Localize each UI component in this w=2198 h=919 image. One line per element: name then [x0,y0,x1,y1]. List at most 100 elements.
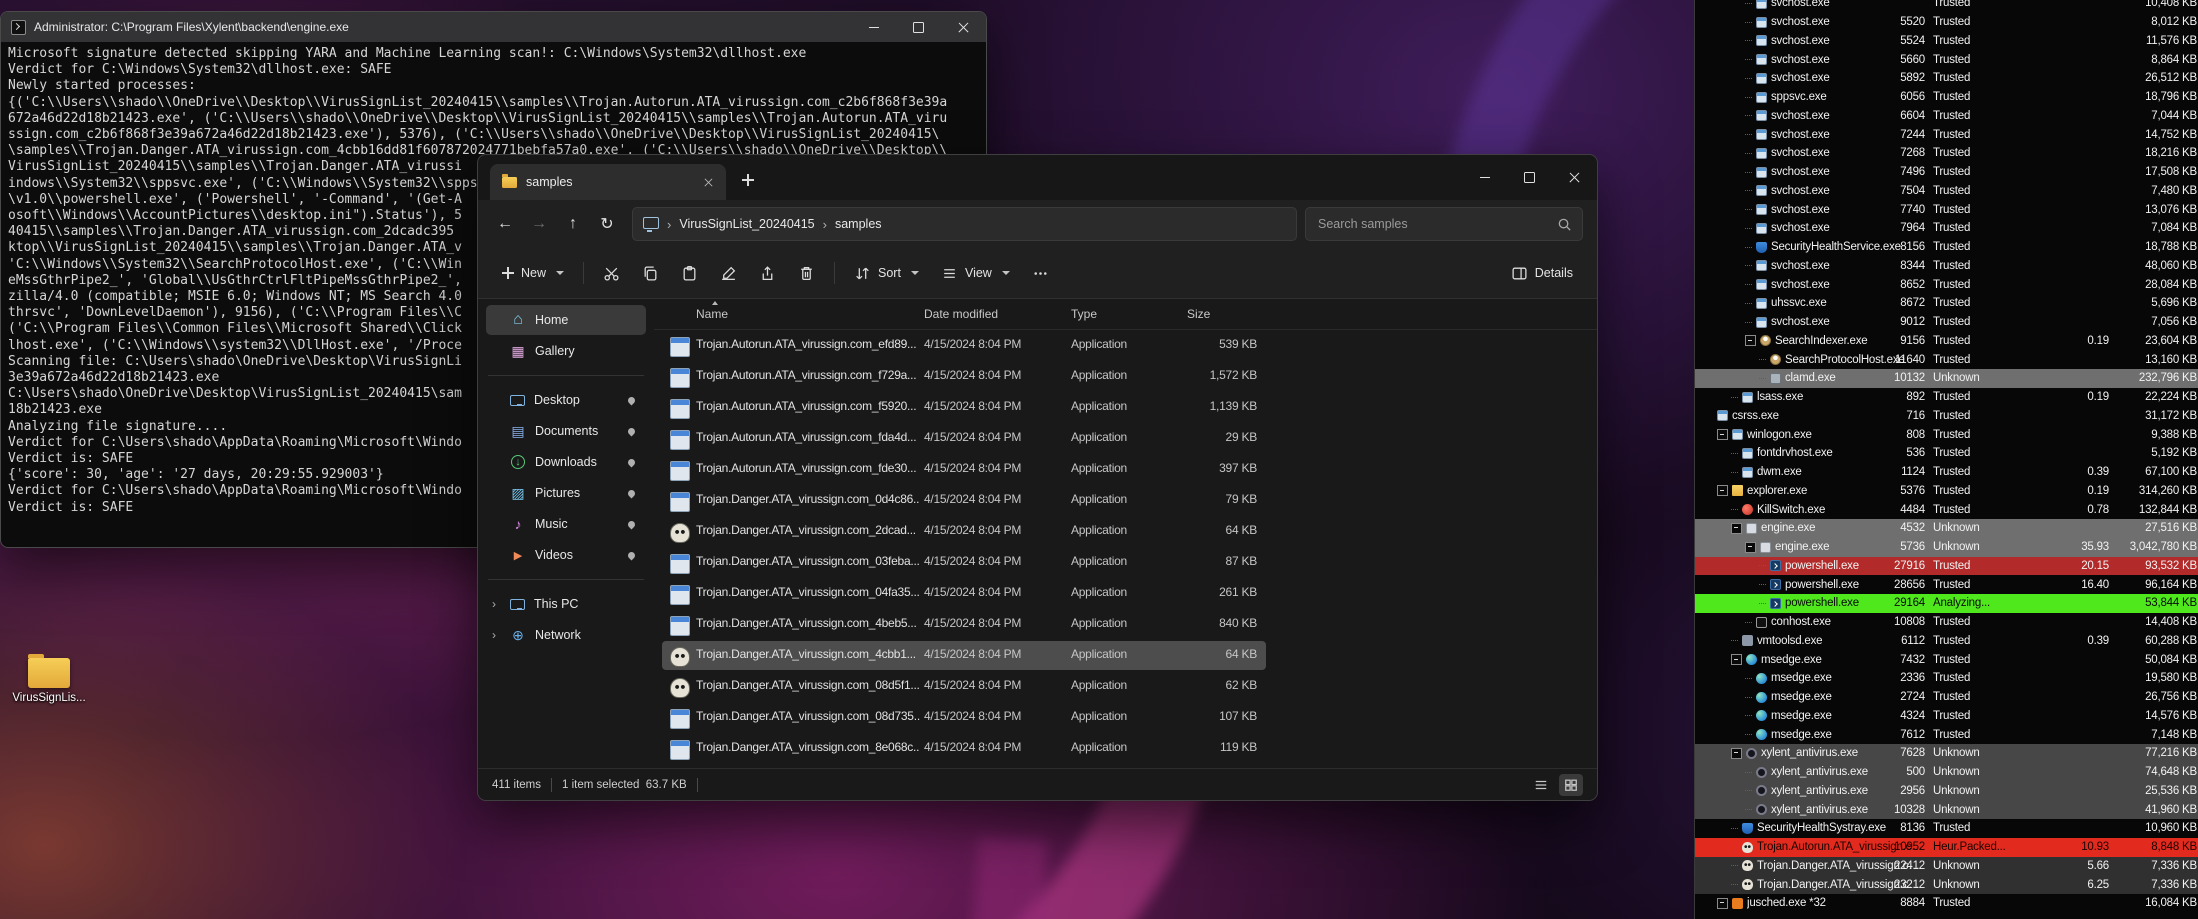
process-row[interactable]: xylent_antivirus.exe10328Unknown41,960 K… [1695,800,2198,819]
copy-button[interactable] [632,258,669,289]
cut-button[interactable] [593,258,630,289]
file-row[interactable]: Trojan.Autorun.ATA_virussign.com_f5920..… [654,392,1597,423]
address-bar[interactable]: VirusSignList_20240415 samples [632,207,1297,241]
process-row[interactable]: csrss.exe716Trusted31,172 KB [1695,407,2198,426]
process-row[interactable]: Trojan.Autorun.ATA_virussign.com_...1095… [1695,838,2198,857]
collapse-expander-icon[interactable] [1731,654,1742,665]
process-row[interactable]: KillSwitch.exe4484Trusted0.78132,844 KB [1695,500,2198,519]
process-row[interactable]: msedge.exe4324Trusted14,576 KB [1695,707,2198,726]
column-header-name[interactable]: Name [696,307,728,321]
process-row[interactable]: svchost.exe6604Trusted7,044 KB [1695,107,2198,126]
process-row[interactable]: vmtoolsd.exe6112Trusted0.3960,288 KB [1695,632,2198,651]
process-row[interactable]: lsass.exe892Trusted0.1922,224 KB [1695,388,2198,407]
more-options-button[interactable] [1022,258,1059,289]
process-row[interactable]: sppsvc.exe6056Trusted18,796 KB [1695,88,2198,107]
file-row[interactable]: Trojan.Danger.ATA_virussign.com_0d4c86..… [654,485,1597,516]
collapse-expander-icon[interactable] [1717,429,1728,440]
process-row[interactable]: svchost.exe7740Trusted13,076 KB [1695,200,2198,219]
process-row[interactable]: svchost.exe9012Trusted7,056 KB [1695,313,2198,332]
explorer-titlebar[interactable]: samples [478,155,1597,200]
process-row[interactable]: uhssvc.exe8672Trusted5,696 KB [1695,294,2198,313]
explorer-maximize-button[interactable] [1507,155,1552,200]
process-row[interactable]: SearchProtocolHost.exe11640Trusted13,160… [1695,350,2198,369]
file-row[interactable]: Trojan.Danger.ATA_virussign.com_03feba..… [654,547,1597,578]
process-row[interactable]: svchost.exe7496Trusted17,508 KB [1695,163,2198,182]
back-button[interactable] [488,208,522,240]
file-row[interactable]: Trojan.Danger.ATA_virussign.com_08d5f1..… [654,671,1597,702]
collapse-expander-icon[interactable] [1745,335,1756,346]
process-row[interactable]: clamd.exe10132Unknown232,796 KB [1695,369,2198,388]
process-row[interactable]: msedge.exe7432Trusted50,084 KB [1695,650,2198,669]
process-row[interactable]: svchost.exe5520Trusted8,012 KB [1695,13,2198,32]
file-row[interactable]: Trojan.Autorun.ATA_virussign.com_f729a..… [654,361,1597,392]
process-row[interactable]: explorer.exe5376Trusted0.19314,260 KB [1695,482,2198,501]
new-tab-button[interactable] [734,166,762,194]
delete-button[interactable] [788,258,825,289]
column-header-date[interactable]: Date modified [924,307,998,321]
process-row[interactable]: powershell.exe27916Trusted20.1593,532 KB [1695,557,2198,576]
process-row[interactable]: engine.exe5736Unknown35.933,042,780 KB [1695,538,2198,557]
sort-button[interactable]: Sort [844,258,929,289]
breadcrumb-item-current[interactable]: samples [835,217,882,231]
sidebar-item-desktop[interactable]: Desktop [486,385,646,415]
tab-close-button[interactable] [698,172,718,192]
process-row[interactable]: fontdrvhost.exe536Trusted5,192 KB [1695,444,2198,463]
file-row[interactable]: Trojan.Autorun.ATA_virussign.com_efd89..… [654,330,1597,361]
file-row[interactable]: Trojan.Danger.ATA_virussign.com_2dcad...… [654,516,1597,547]
paste-button[interactable] [671,258,708,289]
sidebar-item-pictures[interactable]: Pictures [486,478,646,508]
process-row[interactable]: msedge.exe7612Trusted7,148 KB [1695,725,2198,744]
sidebar-item-downloads[interactable]: Downloads [486,447,646,477]
process-row[interactable]: xylent_antivirus.exe500Unknown74,648 KB [1695,763,2198,782]
sidebar-item-home[interactable]: Home [486,305,646,335]
thumbnail-view-toggle[interactable] [1559,774,1583,796]
refresh-button[interactable] [590,208,624,240]
explorer-minimize-button[interactable] [1462,155,1507,200]
sidebar-item-network[interactable]: Network [486,620,646,650]
collapse-expander-icon[interactable] [1731,748,1742,759]
column-header-type[interactable]: Type [1071,307,1097,321]
up-button[interactable] [556,208,590,240]
terminal-close-button[interactable] [941,12,986,42]
process-row[interactable]: msedge.exe2336Trusted19,580 KB [1695,669,2198,688]
rename-button[interactable] [710,258,747,289]
process-row[interactable]: winlogon.exe808Trusted9,388 KB [1695,425,2198,444]
process-row[interactable]: svchost.exe7244Trusted14,752 KB [1695,125,2198,144]
process-row[interactable]: SearchIndexer.exe9156Trusted0.1923,604 K… [1695,332,2198,351]
desktop-icon-virussignlist[interactable]: VirusSignLis... [8,658,90,704]
view-button[interactable]: View [931,258,1020,289]
process-row[interactable]: svchost.exe7268Trusted18,216 KB [1695,144,2198,163]
process-row[interactable]: svchost.exe7964Trusted7,084 KB [1695,219,2198,238]
search-box[interactable] [1305,207,1583,241]
terminal-titlebar[interactable]: Administrator: C:\Program Files\Xylent\b… [1,12,986,42]
file-row[interactable]: Trojan.Danger.ATA_virussign.com_08d735..… [654,702,1597,733]
process-row[interactable]: powershell.exe29164Analyzing...53,844 KB [1695,594,2198,613]
process-row[interactable]: svchost.exe8652Trusted28,084 KB [1695,275,2198,294]
details-view-toggle[interactable] [1529,774,1553,796]
process-row[interactable]: svchost.exe5660Trusted8,864 KB [1695,50,2198,69]
terminal-minimize-button[interactable] [851,12,896,42]
share-button[interactable] [749,258,786,289]
sidebar-item-this-pc[interactable]: This PC [486,589,646,619]
sidebar-item-gallery[interactable]: Gallery [486,336,646,366]
search-input[interactable] [1316,216,1557,232]
process-row[interactable]: dwm.exe1124Trusted0.3967,100 KB [1695,463,2198,482]
new-button[interactable]: New [492,259,574,287]
process-row[interactable]: xylent_antivirus.exe2956Unknown25,536 KB [1695,782,2198,801]
process-row[interactable]: svchost.exe7504Trusted7,480 KB [1695,182,2198,201]
collapse-expander-icon[interactable] [1717,898,1728,909]
file-row[interactable]: Trojan.Danger.ATA_virussign.com_4beb5...… [654,609,1597,640]
tab-samples[interactable]: samples [490,164,726,200]
breadcrumb-item-parent[interactable]: VirusSignList_20240415 [679,217,814,231]
explorer-close-button[interactable] [1552,155,1597,200]
details-button[interactable]: Details [1501,258,1583,289]
file-row[interactable]: Trojan.Danger.ATA_virussign.com_04fa35..… [654,578,1597,609]
terminal-maximize-button[interactable] [896,12,941,42]
process-row[interactable]: msedge.exe2724Trusted26,756 KB [1695,688,2198,707]
collapse-expander-icon[interactable] [1717,485,1728,496]
process-row[interactable]: svchost.exeTrusted10,408 KB [1695,0,2198,13]
file-row[interactable]: Trojan.Danger.ATA_virussign.com_8e068c..… [654,733,1597,764]
process-row[interactable]: Trojan.Danger.ATA_virussign.com_2...2241… [1695,857,2198,876]
sidebar-item-videos[interactable]: Videos [486,540,646,570]
process-row[interactable]: xylent_antivirus.exe7628Unknown77,216 KB [1695,744,2198,763]
